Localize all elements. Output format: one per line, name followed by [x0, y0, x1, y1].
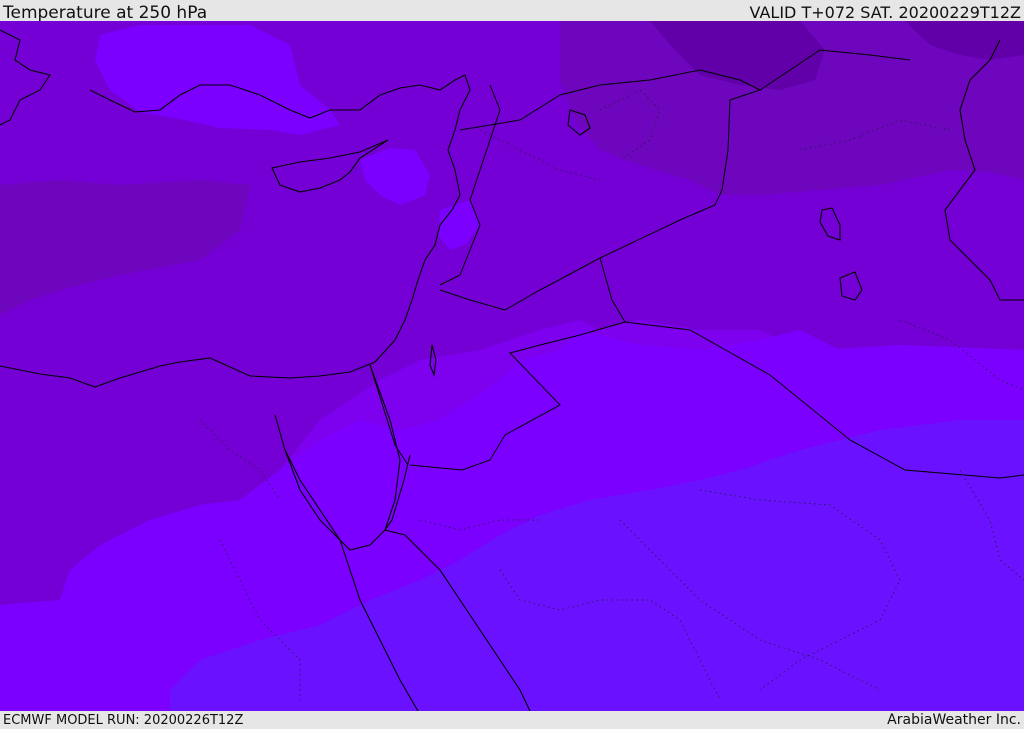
map-canvas — [0, 21, 1024, 711]
valid-time-label: VALID T+072 SAT. 20200229T12Z — [749, 3, 1021, 22]
map-title: Temperature at 250 hPa — [3, 3, 208, 23]
footer-bar: ECMWF MODEL RUN: 20200226T12Z ArabiaWeat… — [0, 711, 1024, 729]
temperature-map[interactable] — [0, 21, 1024, 711]
model-run-label: ECMWF MODEL RUN: 20200226T12Z — [3, 713, 244, 728]
credit-label: ArabiaWeather Inc. — [887, 712, 1021, 728]
header-bar: Temperature at 250 hPa VALID T+072 SAT. … — [0, 0, 1024, 23]
